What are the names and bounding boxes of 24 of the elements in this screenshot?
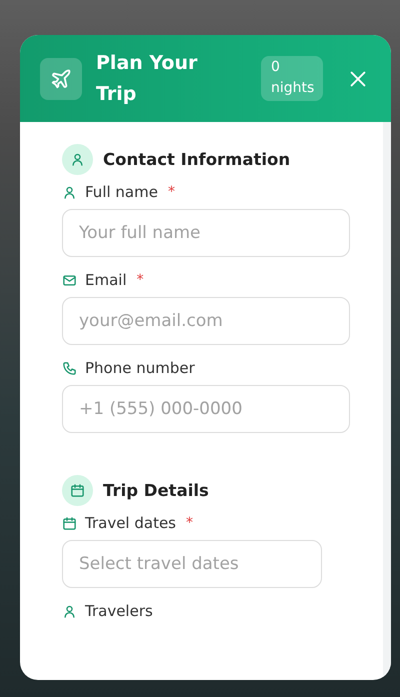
field-label: Travelers [85,602,153,620]
calendar-icon [62,516,77,530]
input-field[interactable]: Your full name [62,209,350,257]
nights-badge: 0 nights [261,56,323,101]
field-label: Email [85,271,127,289]
field-label: Phone number [85,359,195,377]
field-label: Full name [85,183,158,201]
input-field[interactable]: your@email.com [62,297,350,345]
calendar-icon [70,483,85,498]
input-field[interactable]: +1 (555) 000-0000 [62,385,350,433]
airplane-icon [50,68,72,90]
mail-icon [62,272,77,288]
user-icon [70,152,85,167]
phone-icon [62,360,77,376]
required-mark: * [136,272,144,288]
required-mark: * [168,184,175,200]
user-icon [62,604,77,618]
required-mark: * [186,515,193,531]
field-label: Travel dates [85,514,176,532]
input-field[interactable]: Select travel dates [62,540,322,588]
dialog-title: Plan Your Trip [96,50,198,106]
section-title: Trip Details [103,481,209,500]
user-icon [62,184,77,200]
section-title: Contact Information [103,150,290,169]
